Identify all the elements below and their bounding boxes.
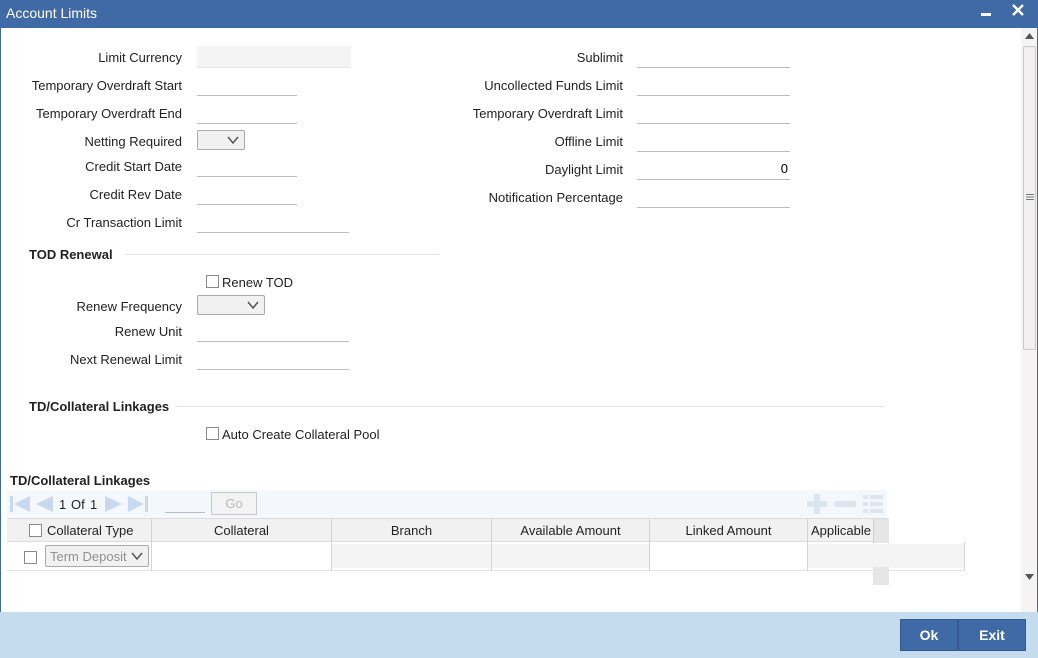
next-page-icon[interactable] (103, 494, 125, 514)
temporary-overdraft-limit-field[interactable] (637, 102, 790, 124)
auto-create-collateral-pool-checkbox[interactable] (206, 427, 219, 440)
column-header-collateral-type[interactable]: Collateral Type (47, 523, 147, 538)
available-amount-cell (492, 544, 649, 568)
vertical-scrollbar[interactable] (1021, 28, 1037, 612)
daylight-limit-label: Daylight Limit (544, 162, 623, 177)
netting-required-select[interactable] (197, 130, 245, 150)
add-row-icon[interactable] (805, 493, 829, 515)
grip-icon (1026, 194, 1034, 200)
section-divider (125, 254, 439, 255)
column-header-branch[interactable]: Branch (332, 523, 491, 538)
column-header-collateral[interactable]: Collateral (152, 523, 331, 538)
cr-transaction-limit-field[interactable] (197, 211, 349, 233)
exit-button[interactable]: Exit (958, 619, 1026, 651)
notification-percentage-label: Notification Percentage (488, 190, 623, 205)
renew-tod-label: Renew TOD (222, 275, 294, 290)
netting-required-label: Netting Required (84, 134, 182, 149)
linked-amount-cell[interactable] (650, 542, 807, 570)
scroll-down-icon[interactable] (1025, 574, 1034, 580)
temporary-overdraft-start-field[interactable] (197, 74, 297, 96)
sublimit-label: Sublimit (576, 50, 623, 65)
grid-scrollbar-track[interactable] (873, 519, 889, 543)
daylight-limit-field[interactable] (637, 158, 790, 180)
branch-cell (332, 544, 491, 568)
close-icon[interactable] (1008, 2, 1028, 24)
credit-start-date-field[interactable] (197, 155, 297, 177)
footer-bar (0, 612, 1038, 658)
scroll-up-icon[interactable] (1025, 33, 1034, 39)
window-titlebar: Account Limits (0, 0, 1038, 28)
section-divider (177, 406, 885, 407)
renew-tod-checkbox[interactable] (206, 275, 219, 288)
go-button[interactable]: Go (211, 492, 257, 515)
delete-row-icon[interactable] (833, 493, 857, 515)
chevron-down-icon (131, 552, 143, 561)
credit-rev-date-label: Credit Rev Date (89, 187, 182, 202)
row-checkbox[interactable] (24, 551, 37, 564)
column-header-linked-amount[interactable]: Linked Amount (650, 523, 807, 538)
offline-limit-field[interactable] (637, 130, 790, 152)
table-row: Term Deposit (7, 542, 965, 571)
notification-percentage-field[interactable] (637, 186, 790, 208)
tod-renewal-heading: TOD Renewal (29, 247, 113, 262)
scrollbar-thumb[interactable] (1023, 46, 1036, 350)
previous-page-icon[interactable] (33, 494, 55, 514)
first-page-icon[interactable] (9, 494, 31, 514)
ok-button[interactable]: Ok (900, 619, 958, 651)
limit-currency-label: Limit Currency (98, 50, 182, 65)
chevron-down-icon (247, 301, 259, 310)
minimize-icon[interactable] (976, 2, 996, 24)
grid-scrollbar-button[interactable] (873, 567, 889, 585)
renew-frequency-label: Renew Frequency (76, 299, 183, 314)
temporary-overdraft-limit-label: Temporary Overdraft Limit (472, 106, 623, 121)
temporary-overdraft-end-label: Temporary Overdraft End (36, 106, 182, 121)
credit-rev-date-field[interactable] (197, 183, 297, 205)
uncollected-funds-limit-label: Uncollected Funds Limit (484, 78, 623, 93)
renew-unit-field[interactable] (197, 320, 349, 342)
auto-create-collateral-pool-label: Auto Create Collateral Pool (222, 427, 380, 442)
collateral-cell[interactable] (152, 542, 331, 570)
offline-limit-label: Offline Limit (554, 134, 623, 149)
next-renewal-limit-label: Next Renewal Limit (70, 352, 182, 367)
grid-pagination-bar: 1 Of 1 Go (7, 490, 887, 518)
collateral-type-value: Term Deposit (50, 549, 127, 564)
limit-currency-field[interactable] (197, 46, 351, 68)
uncollected-funds-limit-field[interactable] (637, 74, 790, 96)
applicable-cell (808, 544, 964, 568)
page-number-input[interactable] (165, 493, 205, 513)
renew-frequency-select[interactable] (197, 295, 265, 315)
grid-title: TD/Collateral Linkages (10, 473, 151, 488)
cr-transaction-limit-label: Cr Transaction Limit (66, 215, 182, 230)
renew-unit-label: Renew Unit (114, 324, 182, 339)
grid-header: Collateral Type Collateral Branch Availa… (7, 518, 889, 543)
column-header-available-amount[interactable]: Available Amount (492, 523, 649, 538)
page-total: 1 (90, 497, 98, 512)
temporary-overdraft-start-label: Temporary Overdraft Start (31, 78, 182, 93)
sublimit-field[interactable] (637, 46, 790, 68)
window-title: Account Limits (6, 5, 98, 21)
next-renewal-limit-field[interactable] (197, 348, 349, 370)
page-of-label: Of (71, 497, 85, 512)
column-header-applicable[interactable]: Applicable (811, 523, 873, 538)
td-collateral-linkages-heading: TD/Collateral Linkages (29, 399, 170, 414)
collateral-type-select[interactable]: Term Deposit (45, 545, 149, 567)
last-page-icon[interactable] (127, 494, 149, 514)
single-view-icon[interactable] (861, 493, 885, 515)
chevron-down-icon (227, 136, 239, 145)
account-limits-form: Limit Currency Temporary Overdraft Start… (0, 28, 1038, 612)
select-all-checkbox[interactable] (29, 524, 42, 537)
credit-start-date-label: Credit Start Date (85, 159, 182, 174)
temporary-overdraft-end-field[interactable] (197, 102, 297, 124)
page-current: 1 (59, 497, 67, 512)
